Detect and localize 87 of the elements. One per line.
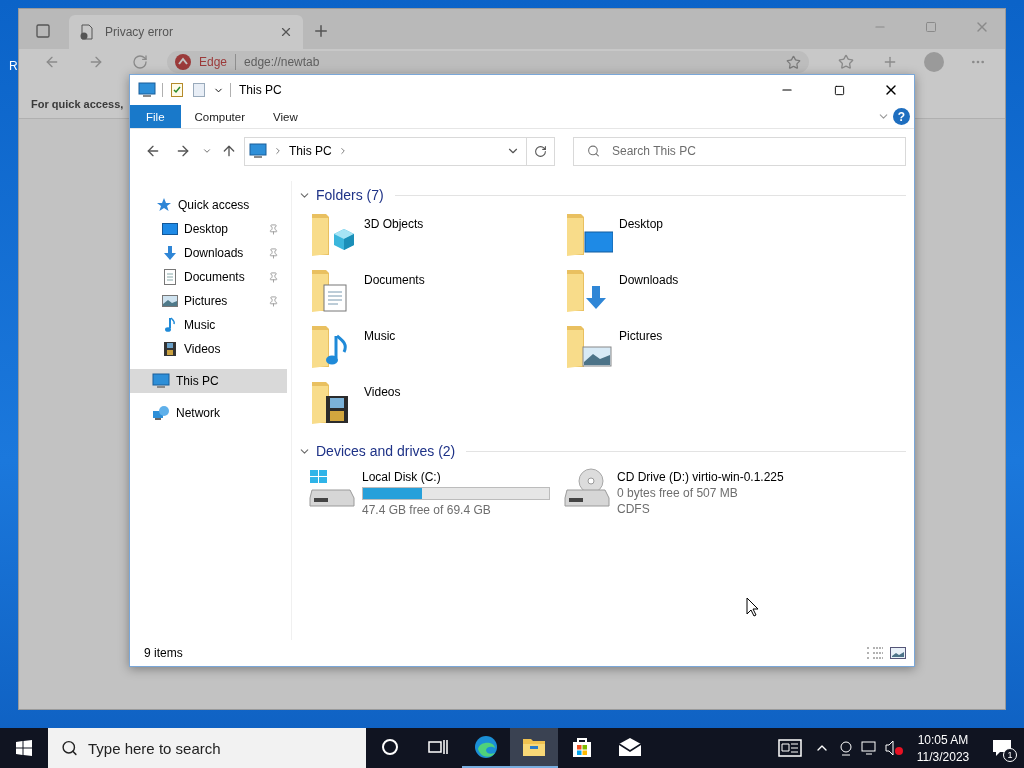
group-header[interactable]: Folders (7) — [316, 187, 384, 203]
nav-item[interactable]: Pictures — [130, 289, 287, 313]
shopping-bag-icon — [570, 735, 594, 759]
drive-name[interactable]: Local Disk (C:) — [362, 470, 550, 484]
favorites-icon[interactable] — [838, 54, 854, 70]
envelope-icon — [618, 738, 642, 756]
refresh-icon[interactable] — [534, 144, 547, 158]
document-icon — [162, 269, 178, 285]
group-header[interactable]: Devices and drives (2) — [316, 443, 456, 459]
music-note-icon — [162, 317, 178, 333]
pin-icon[interactable] — [268, 271, 279, 283]
ribbon-tab[interactable]: Computer — [180, 105, 260, 128]
help-button[interactable]: ? — [893, 108, 910, 125]
folder-icon — [522, 737, 546, 757]
speech-bubble-icon[interactable] — [992, 739, 1012, 757]
tab-actions-icon[interactable] — [35, 23, 51, 39]
breadcrumb-separator-icon[interactable] — [273, 146, 283, 156]
pin-icon[interactable] — [268, 247, 279, 259]
breadcrumb[interactable]: This PC — [289, 144, 332, 158]
folder-name[interactable]: 3D Objects — [364, 217, 424, 231]
forward-icon[interactable] — [175, 143, 191, 159]
free-space-text: 0 bytes free of 507 MB — [617, 486, 739, 500]
search-icon — [587, 144, 600, 158]
url-text: edge://newtab — [244, 55, 321, 69]
star-icon — [156, 197, 172, 213]
free-space-text: 47.4 GB free of 69.4 GB — [362, 503, 492, 517]
taskbar-search-field[interactable]: Type here to search — [48, 728, 366, 768]
pin-icon[interactable] — [268, 295, 279, 307]
nav-item[interactable]: Videos — [130, 337, 287, 361]
circle-icon[interactable] — [381, 738, 399, 756]
wave-logo-icon — [474, 735, 498, 759]
favorite-star-icon[interactable] — [786, 54, 801, 70]
ribbon-tab[interactable]: View — [259, 105, 312, 128]
pin-icon[interactable] — [268, 223, 279, 235]
taskbar-app[interactable] — [510, 728, 558, 768]
browser-tab[interactable]: Privacy error — [69, 15, 303, 49]
nav-item[interactable]: Quick access — [130, 193, 287, 217]
nav-item[interactable]: This PC — [130, 369, 287, 393]
folder-name[interactable]: Pictures — [619, 329, 663, 343]
network-icon — [152, 405, 170, 421]
new-tab-icon[interactable] — [312, 22, 330, 40]
desktop-icon-label: R — [9, 59, 18, 73]
search-icon — [61, 739, 78, 757]
back-icon[interactable] — [145, 143, 161, 159]
windows-logo-icon — [16, 740, 32, 756]
photo-icon — [162, 293, 178, 309]
recent-locations-icon[interactable] — [202, 146, 212, 156]
film-strip-icon — [162, 341, 178, 357]
favorites-bar-text: For quick access, — [31, 97, 124, 110]
window-title: This PC — [238, 83, 283, 97]
address-field[interactable]: This PC — [244, 136, 555, 166]
details-view-icon[interactable] — [866, 646, 884, 660]
screen-icon — [162, 221, 178, 237]
edge-badge-icon — [175, 54, 191, 70]
folder-name[interactable]: Videos — [364, 385, 401, 399]
down-arrow-icon — [162, 245, 178, 261]
computer-icon — [152, 372, 170, 390]
up-icon[interactable] — [221, 143, 237, 159]
nav-item[interactable]: Music — [130, 313, 287, 337]
nav-item[interactable]: Network — [130, 401, 287, 425]
file-system-text: CDFS — [617, 502, 651, 516]
computer-icon — [138, 81, 156, 99]
search-field[interactable]: Search This PC — [573, 136, 906, 166]
computer-icon — [249, 142, 267, 160]
nav-item[interactable]: Desktop — [130, 217, 287, 241]
tiles-view-icon[interactable] — [890, 646, 906, 660]
notification-count: 1 — [1003, 748, 1017, 762]
cd-drive-icon — [563, 468, 611, 508]
checklist-icon[interactable] — [169, 82, 185, 98]
nav-item[interactable]: Documents — [130, 265, 287, 289]
nav-item[interactable]: Downloads — [130, 241, 287, 265]
clock[interactable]: 10:05 AM 11/3/2023 — [906, 728, 980, 768]
site-name: Edge — [199, 55, 228, 69]
ribbon-tab[interactable]: File — [130, 105, 181, 128]
folder-name[interactable]: Desktop — [619, 217, 664, 231]
folder-name[interactable]: Downloads — [619, 273, 679, 287]
warning-page-icon — [79, 24, 95, 40]
hard-drive-icon — [308, 468, 356, 508]
folder-name[interactable]: Documents — [364, 273, 425, 287]
address-bar[interactable]: Edge edge://newtab — [167, 51, 809, 73]
new-folder-icon[interactable] — [191, 82, 207, 98]
task-view-icon[interactable] — [428, 738, 448, 756]
maximize-icon[interactable] — [833, 84, 845, 96]
folder-name[interactable]: Music — [364, 329, 396, 343]
drive-name[interactable]: CD Drive (D:) virtio-win-0.1.225 — [617, 470, 784, 484]
mouse-cursor-icon — [746, 597, 760, 617]
item-count: 9 items — [144, 646, 184, 660]
